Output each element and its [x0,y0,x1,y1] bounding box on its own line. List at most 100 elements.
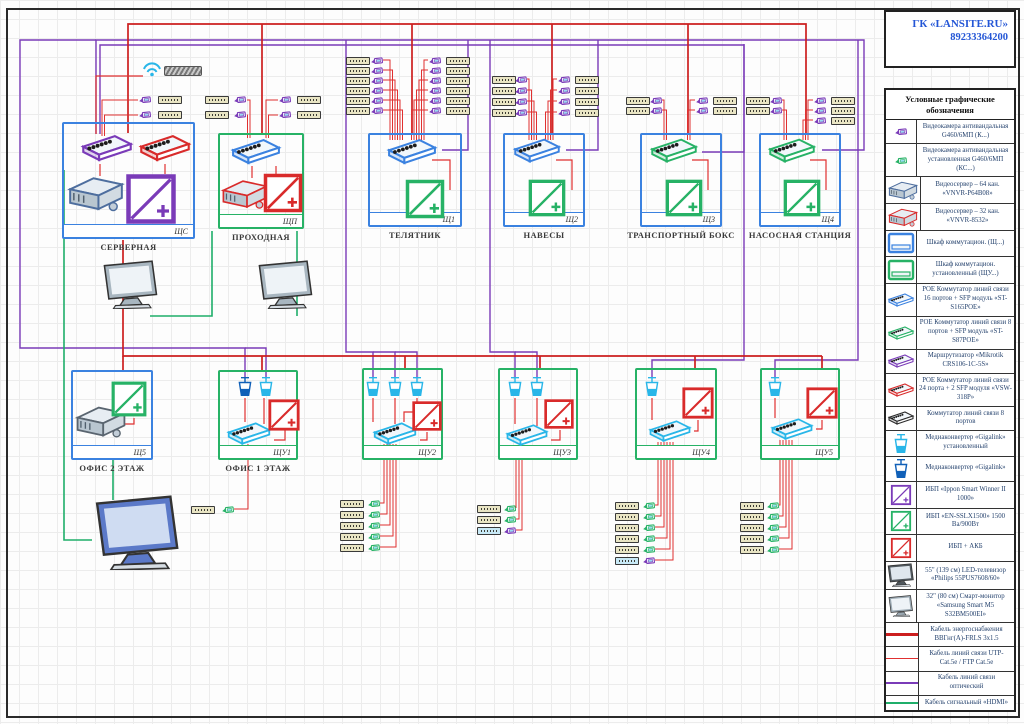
camera-id-label [297,96,321,104]
camera-id-label [740,535,764,543]
camera-id-label [615,524,639,532]
camera-id-label [446,97,470,105]
legend-item: Видеокамера антивандальная G460/6МП (К..… [886,120,1014,144]
legend-item: 55" (139 см) LED-телевизор «Philips 55PU… [886,562,1014,591]
monitor-icon [255,260,317,309]
camera-purple-icon [813,116,827,125]
ups-purple-icon [124,172,178,226]
legend-item-label: Кабель сигнальный «HDMI» [919,696,1014,710]
legend-item: ИБП «EN-SSLX1500» 1500 Ва/900Вт [886,509,1014,536]
camera-id-label [615,557,639,565]
videoserver-64-icon [886,177,921,203]
camera-purple-icon [428,56,442,65]
switch-red-icon [136,132,194,164]
camera-purple-icon [370,106,384,115]
camera-id-label [205,96,229,104]
line-optic-icon [886,672,919,695]
camera-purple-icon [370,76,384,85]
wifi-icon [141,60,163,77]
line-utp-icon [886,647,919,670]
camera-id-label [746,97,770,105]
camera-green-icon [367,510,381,519]
camera-id-label [340,511,364,519]
camera-id-label [346,87,370,95]
camera-id-label [158,111,182,119]
legend-item-label: Медиаконвертер «Gigalink» установленный [917,431,1014,456]
legend-title: Условные графические обозначения [886,90,1014,120]
ups-green-icon [404,178,446,220]
camera-purple-icon [695,106,709,115]
camera-purple-icon [233,110,247,119]
company-phone: 89233364200 [892,32,1008,43]
camera-id-label [158,96,182,104]
ups-red-icon [411,400,443,432]
cabinet-caption: ТРАНСПОРТНЫЙ БОКС [627,230,735,240]
camera-purple-icon [370,66,384,75]
camera-id-label [575,76,599,84]
switch-cyan-icon [646,418,694,444]
camera-purple-icon [557,75,571,84]
camera-purple-icon [557,97,571,106]
ups-red-icon [681,386,715,420]
camera-green-icon [886,144,917,176]
legend-item: Коммутатор линий связи 8 портов [886,407,1014,431]
camera-id-label [477,527,501,535]
monitor-icon [886,590,917,622]
camera-purple-icon [428,76,442,85]
line-power-icon [886,623,919,646]
camera-id-label [831,117,855,125]
company-name: ГК «LANSITE.RU» [892,18,1008,30]
ups-green-icon [527,178,567,218]
legend-item: Медиаконвертер «Gigalink» установленный [886,431,1014,457]
ups-red-icon [262,172,304,214]
camera-id-label [446,67,470,75]
cabinet-code: ЩУ4 [637,445,715,458]
legend-item: POE Коммутатор линий связи 16 портов + S… [886,284,1014,317]
switch-blue-icon [384,136,440,167]
ups-red-icon [805,386,839,420]
camera-id-label [492,87,516,95]
camera-green-icon [766,523,780,532]
camera-id-label [205,111,229,119]
camera-green-icon [221,505,235,514]
legend-item: Кабель линий связи UTP-Cat.5e / FTP Cat.… [886,647,1014,671]
camera-green-icon [642,545,656,554]
camera-purple-icon [370,56,384,65]
camera-id-label [297,111,321,119]
legend-item: POE Коммутатор линий связи 8 портов + SF… [886,317,1014,350]
legend-item-label: Видеокамера антивандальная установленная… [917,144,1014,176]
camera-green-icon [766,545,780,554]
camera-green-icon [367,499,381,508]
monitor-icon [100,260,162,309]
legend-item: Кабель энергоснабжения ВВГнг(А)-FRLS 3х1… [886,623,1014,647]
camera-purple-icon [649,106,663,115]
tv-icon [886,562,917,590]
videoserver-32-icon [886,204,921,230]
mediaconverter-light-icon [387,376,403,397]
camera-id-label [446,57,470,65]
legend-item-label: Медиаконвертер «Gigalink» [917,457,1014,482]
switch-blue-icon [510,136,564,165]
switch-green-icon [886,317,917,349]
camera-green-icon [367,532,381,541]
camera-purple-icon [428,66,442,75]
camera-purple-icon [557,86,571,95]
wireless-bridge-antenna [164,66,202,76]
cabinet-caption: ОФИС 2 ЭТАЖ [79,463,144,473]
mediaconverter-light-icon [644,376,660,397]
switch-green-icon [647,136,701,165]
cabinet-caption: СЕРВЕРНАЯ [100,242,156,252]
switch-blue-icon [228,136,284,167]
legend-item: Шкаф коммутацион. установленный (ЩУ...) [886,257,1014,284]
camera-id-label [346,77,370,85]
cabinet-caption: НАСОСНАЯ СТАНЦИЯ [749,230,851,240]
switch-blue-icon [886,284,917,316]
camera-purple-icon [428,86,442,95]
mediaconverter-light-icon [507,376,523,397]
camera-id-label [446,87,470,95]
cabinet-caption: НАВЕСЫ [524,230,565,240]
mediaconverter-dark-icon [237,376,253,397]
camera-purple-icon [370,86,384,95]
legend-item-label: POE Коммутатор линий связи 24 порта + 2 … [917,374,1014,406]
camera-purple-icon [769,96,783,105]
